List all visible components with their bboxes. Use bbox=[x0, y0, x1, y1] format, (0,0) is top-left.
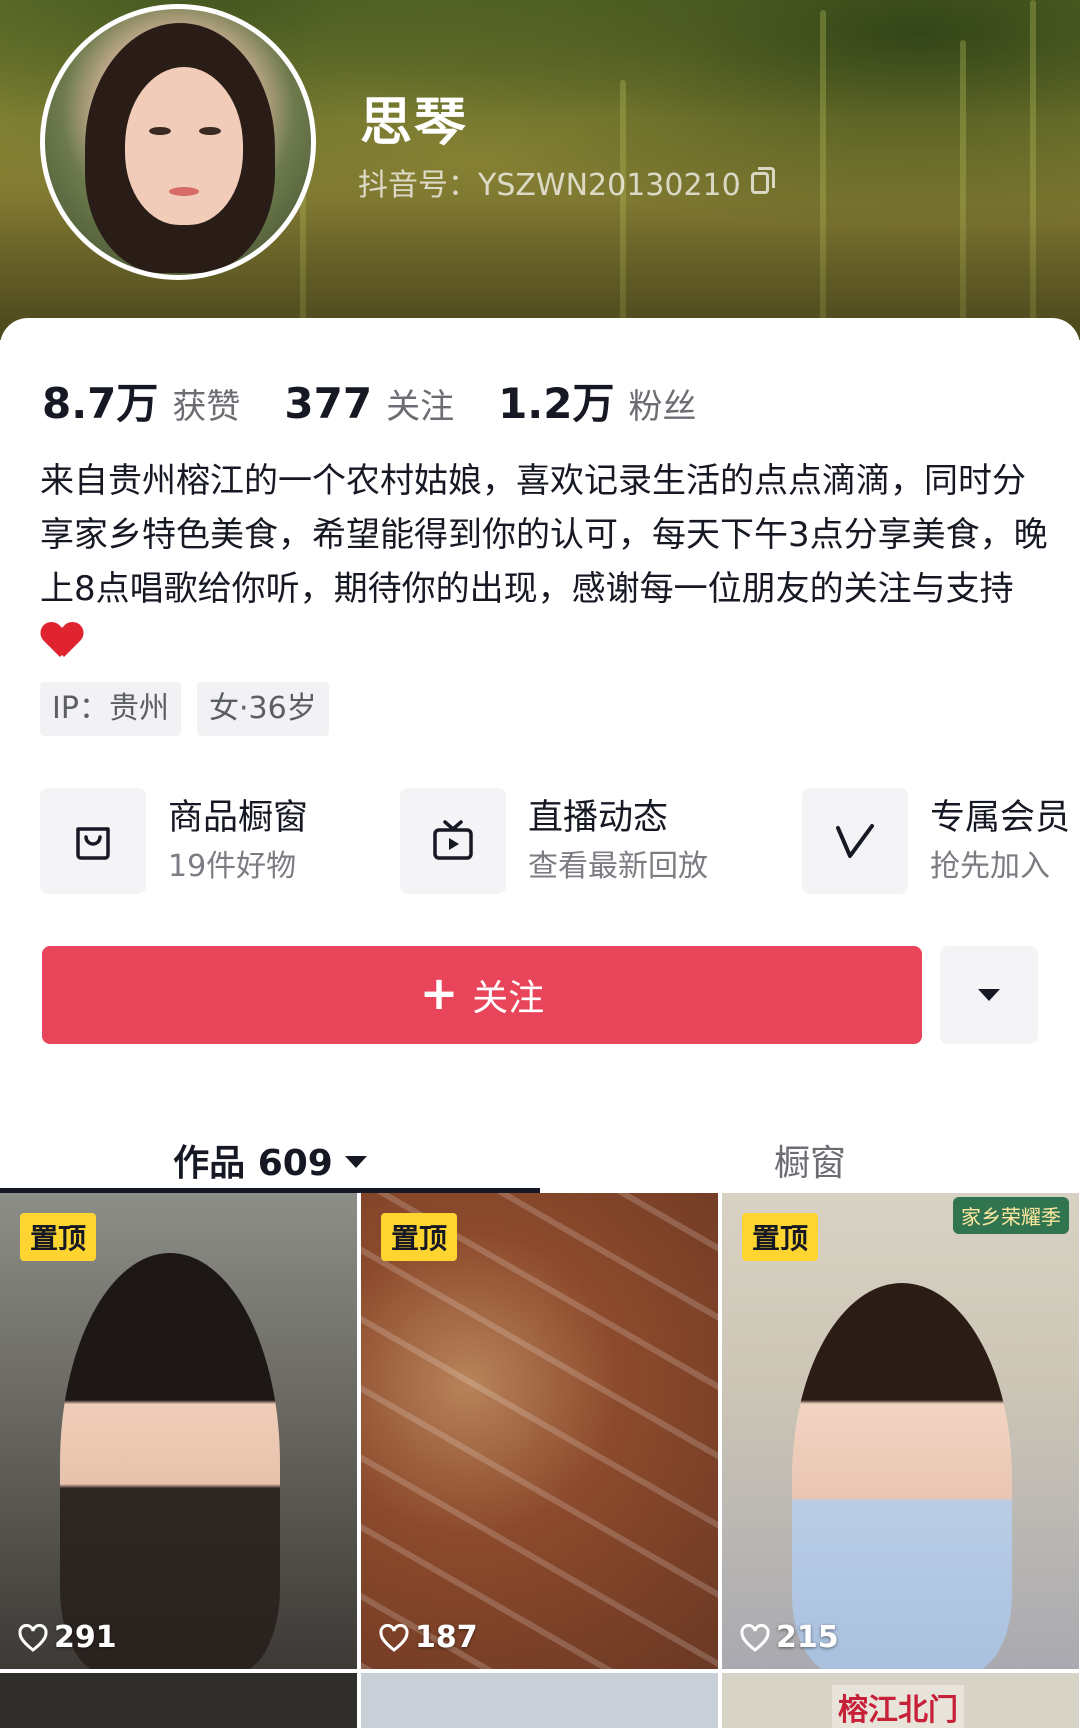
follow-label: 关注 bbox=[472, 978, 545, 1019]
video-tile[interactable] bbox=[0, 1673, 357, 1728]
video-tile[interactable]: 家乡荣耀季 置顶 215 bbox=[722, 1193, 1079, 1669]
stat-label: 粉丝 bbox=[628, 387, 697, 427]
tv-icon bbox=[400, 788, 506, 894]
video-tile[interactable] bbox=[361, 1673, 718, 1728]
event-badge: 家乡荣耀季 bbox=[953, 1197, 1069, 1234]
feature-membership[interactable]: 专属会员 抢先加入 bbox=[802, 788, 1070, 894]
like-count-value: 215 bbox=[776, 1620, 839, 1655]
feature-title: 直播动态 bbox=[528, 798, 669, 838]
heart-emoji-icon bbox=[42, 623, 82, 659]
tab-works-label: 作品 609 bbox=[173, 1143, 333, 1184]
video-tile[interactable]: 置顶 187 bbox=[361, 1193, 718, 1669]
more-options-button[interactable] bbox=[940, 946, 1038, 1044]
douyin-id[interactable]: 抖音号：YSZWN20130210 bbox=[358, 160, 775, 204]
vip-v-icon bbox=[802, 788, 908, 894]
tab-showcase-label: 橱窗 bbox=[773, 1143, 846, 1184]
heart-outline-icon bbox=[379, 1623, 409, 1652]
copy-icon[interactable] bbox=[750, 167, 775, 194]
feature-row: 商品橱窗 19件好物 直播动态 查看最新回放 专属会员 抢先加入 bbox=[40, 788, 1080, 898]
like-count-value: 187 bbox=[415, 1620, 478, 1655]
stats-row: 8.7万 获赞 377 关注 1.2万 粉丝 bbox=[42, 370, 740, 431]
douyin-id-text: 抖音号：YSZWN20130210 bbox=[358, 168, 741, 203]
feature-live[interactable]: 直播动态 查看最新回放 bbox=[400, 788, 708, 894]
street-sign-text: 榕江北门 bbox=[832, 1685, 964, 1728]
feature-shop-window[interactable]: 商品橱窗 19件好物 bbox=[40, 788, 308, 894]
ip-tag: IP：贵州 bbox=[40, 682, 181, 736]
like-count: 215 bbox=[740, 1620, 839, 1655]
pinned-badge: 置顶 bbox=[20, 1213, 97, 1261]
like-count-value: 291 bbox=[54, 1620, 117, 1655]
feature-subtitle: 19件好物 bbox=[168, 849, 297, 884]
avatar[interactable] bbox=[40, 4, 316, 280]
shopping-bag-icon bbox=[40, 788, 146, 894]
plus-icon: + bbox=[419, 966, 459, 1020]
like-count: 187 bbox=[379, 1620, 478, 1655]
profile-tags: IP：贵州 女·36岁 bbox=[40, 682, 345, 736]
video-tile[interactable]: 置顶 291 bbox=[0, 1193, 357, 1669]
bio: 来自贵州榕江的一个农村姑娘，喜欢记录生活的点点滴滴，同时分享家乡特色美食，希望能… bbox=[40, 454, 1050, 670]
pinned-badge: 置顶 bbox=[742, 1213, 819, 1261]
stat-label: 获赞 bbox=[172, 387, 241, 427]
stat-label: 关注 bbox=[386, 387, 455, 427]
stat-value: 8.7万 bbox=[42, 379, 159, 428]
heart-outline-icon bbox=[18, 1623, 48, 1652]
stat-likes[interactable]: 8.7万 获赞 bbox=[42, 370, 240, 431]
like-count: 291 bbox=[18, 1620, 117, 1655]
gender-age-tag: 女·36岁 bbox=[196, 682, 329, 736]
stat-value: 377 bbox=[284, 379, 373, 428]
feature-subtitle: 抢先加入 bbox=[930, 849, 1050, 884]
username: 思琴 bbox=[360, 93, 469, 153]
stat-value: 1.2万 bbox=[498, 379, 615, 428]
feature-title: 商品橱窗 bbox=[168, 798, 309, 838]
feature-subtitle: 查看最新回放 bbox=[528, 849, 708, 884]
heart-outline-icon bbox=[740, 1623, 770, 1652]
pinned-badge: 置顶 bbox=[381, 1213, 458, 1261]
follow-button[interactable]: + 关注 bbox=[42, 946, 922, 1044]
caret-down-icon bbox=[344, 1156, 367, 1168]
caret-down-icon bbox=[978, 989, 1000, 1001]
stat-following[interactable]: 377 关注 bbox=[284, 379, 454, 428]
video-tile[interactable]: 榕江北门 bbox=[722, 1673, 1079, 1728]
stat-followers[interactable]: 1.2万 粉丝 bbox=[498, 370, 696, 431]
feature-title: 专属会员 bbox=[930, 798, 1071, 838]
bio-text: 来自贵州榕江的一个农村姑娘，喜欢记录生活的点点滴滴，同时分享家乡特色美食，希望能… bbox=[40, 461, 1048, 609]
profile-card: 8.7万 获赞 377 关注 1.2万 粉丝 来自贵州榕江的一个农村姑娘，喜欢记… bbox=[0, 318, 1080, 1728]
